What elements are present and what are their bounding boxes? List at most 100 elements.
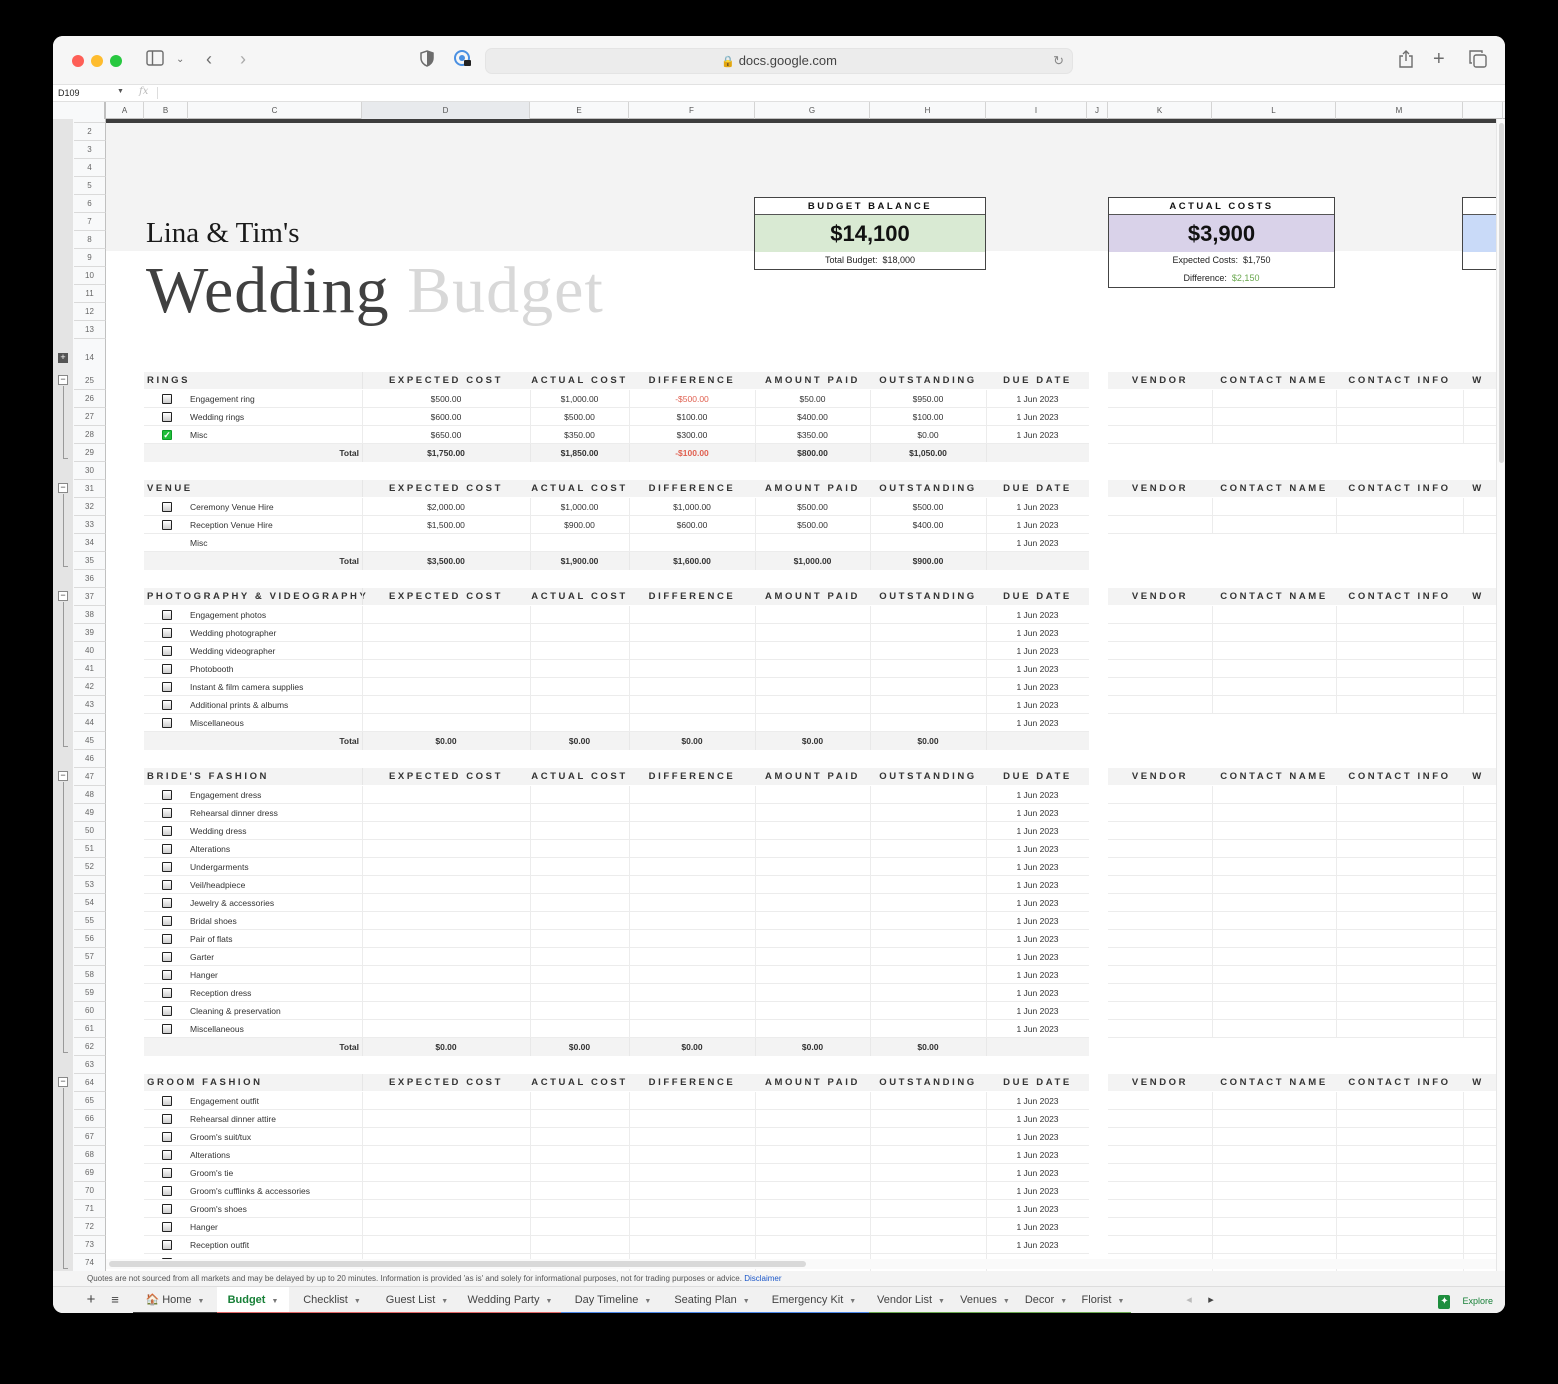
- tab-menu-caret-icon[interactable]: ▼: [644, 1298, 651, 1305]
- row-header-31[interactable]: 31: [74, 480, 106, 498]
- name-box-dropdown-icon[interactable]: ▼: [117, 88, 124, 95]
- row-header-34[interactable]: 34: [74, 534, 106, 552]
- vertical-scroll-thumb[interactable]: [1499, 123, 1504, 463]
- row-header-55[interactable]: 55: [74, 912, 106, 930]
- row-header-5[interactable]: 5: [74, 177, 106, 195]
- row-header-71[interactable]: 71: [74, 1200, 106, 1218]
- row-header-11[interactable]: 11: [74, 285, 106, 303]
- tab-menu-caret-icon[interactable]: ▼: [1060, 1298, 1067, 1305]
- row-header-29[interactable]: 29: [74, 444, 106, 462]
- checkbox[interactable]: [162, 1222, 172, 1232]
- cell-due-date[interactable]: 1 Jun 2023: [986, 426, 1089, 444]
- row-header-45[interactable]: 45: [74, 732, 106, 750]
- column-header-c[interactable]: C: [188, 102, 362, 119]
- disclaimer-link[interactable]: Disclaimer: [744, 1274, 781, 1283]
- vendor-row[interactable]: [1108, 966, 1496, 984]
- cell-expected[interactable]: $2,000.00: [362, 498, 530, 516]
- row-header-74[interactable]: 74: [74, 1254, 106, 1272]
- checkbox[interactable]: [162, 970, 172, 980]
- reload-icon[interactable]: ↻: [1053, 49, 1064, 73]
- vendor-row[interactable]: [1108, 1146, 1496, 1164]
- collapse-group-button[interactable]: −: [58, 771, 68, 781]
- checkbox[interactable]: [162, 790, 172, 800]
- row-header-4[interactable]: 4: [74, 159, 106, 177]
- row-header-64[interactable]: 64: [74, 1074, 106, 1092]
- row-header-44[interactable]: 44: [74, 714, 106, 732]
- row-header-32[interactable]: 32: [74, 498, 106, 516]
- tab-menu-caret-icon[interactable]: ▼: [546, 1298, 553, 1305]
- vendor-row[interactable]: [1108, 606, 1496, 624]
- explore-button[interactable]: ✦ Explore: [1438, 1291, 1493, 1311]
- collapse-group-button[interactable]: −: [58, 375, 68, 385]
- row-header-46[interactable]: 46: [74, 750, 106, 768]
- row-header-26[interactable]: 26: [74, 390, 106, 408]
- vendor-row[interactable]: [1108, 1128, 1496, 1146]
- cell-due-date[interactable]: 1 Jun 2023: [986, 1128, 1089, 1146]
- row-header-7[interactable]: 7: [74, 213, 106, 231]
- cell-difference[interactable]: $100.00: [629, 408, 755, 426]
- row-header-53[interactable]: 53: [74, 876, 106, 894]
- collapse-group-button[interactable]: −: [58, 1077, 68, 1087]
- row-header-37[interactable]: 37: [74, 588, 106, 606]
- column-header-m[interactable]: M: [1336, 102, 1463, 119]
- cell-due-date[interactable]: 1 Jun 2023: [986, 894, 1089, 912]
- shield-icon[interactable]: [420, 50, 434, 71]
- checkbox[interactable]: [162, 880, 172, 890]
- vendor-row[interactable]: [1108, 1236, 1496, 1254]
- row-header-9[interactable]: 9: [74, 249, 106, 267]
- row-header-67[interactable]: 67: [74, 1128, 106, 1146]
- vendor-row[interactable]: [1108, 696, 1496, 714]
- row-header-39[interactable]: 39: [74, 624, 106, 642]
- cell-due-date[interactable]: 1 Jun 2023: [986, 1110, 1089, 1128]
- checkbox[interactable]: [162, 808, 172, 818]
- cell-due-date[interactable]: 1 Jun 2023: [986, 390, 1089, 408]
- vendor-row[interactable]: [1108, 930, 1496, 948]
- cell-due-date[interactable]: 1 Jun 2023: [986, 966, 1089, 984]
- select-all-corner[interactable]: [53, 102, 106, 119]
- vendor-row[interactable]: [1108, 912, 1496, 930]
- cell-difference[interactable]: $1,000.00: [629, 498, 755, 516]
- sheet-tab-venues[interactable]: Venues ▼: [953, 1287, 1017, 1313]
- row-header-66[interactable]: 66: [74, 1110, 106, 1128]
- cell-due-date[interactable]: 1 Jun 2023: [986, 606, 1089, 624]
- column-header-next[interactable]: [1463, 102, 1503, 119]
- cell-outstanding[interactable]: $500.00: [870, 498, 986, 516]
- cell-due-date[interactable]: 1 Jun 2023: [986, 984, 1089, 1002]
- row-header-2[interactable]: 2: [74, 123, 106, 141]
- cell-outstanding[interactable]: $0.00: [870, 426, 986, 444]
- cell-expected[interactable]: $1,500.00: [362, 516, 530, 534]
- row-header-61[interactable]: 61: [74, 1020, 106, 1038]
- tab-menu-caret-icon[interactable]: ▼: [1118, 1298, 1125, 1305]
- row-header-13[interactable]: 13: [74, 321, 106, 339]
- row-header-43[interactable]: 43: [74, 696, 106, 714]
- close-window-button[interactable]: [72, 55, 84, 67]
- new-tab-icon[interactable]: +: [1433, 49, 1445, 69]
- column-header-i[interactable]: I: [986, 102, 1087, 119]
- cell-due-date[interactable]: 1 Jun 2023: [986, 822, 1089, 840]
- tab-menu-caret-icon[interactable]: ▼: [938, 1298, 945, 1305]
- sheet-tab-day-timeline[interactable]: Day Timeline ▼: [561, 1287, 665, 1313]
- tab-menu-caret-icon[interactable]: ▼: [354, 1298, 361, 1305]
- cell-due-date[interactable]: 1 Jun 2023: [986, 1002, 1089, 1020]
- row-header-62[interactable]: 62: [74, 1038, 106, 1056]
- cell-due-date[interactable]: 1 Jun 2023: [986, 642, 1089, 660]
- checkbox[interactable]: [162, 1096, 172, 1106]
- vendor-row[interactable]: [1108, 1110, 1496, 1128]
- vendor-row[interactable]: [1108, 624, 1496, 642]
- row-header-35[interactable]: 35: [74, 552, 106, 570]
- cell-actual[interactable]: $500.00: [530, 408, 629, 426]
- cell-due-date[interactable]: 1 Jun 2023: [986, 678, 1089, 696]
- horizontal-scroll-thumb[interactable]: [109, 1261, 806, 1267]
- row-header-3[interactable]: 3: [74, 141, 106, 159]
- cell-due-date[interactable]: 1 Jun 2023: [986, 876, 1089, 894]
- forward-icon[interactable]: ›: [240, 49, 246, 69]
- row-header-25[interactable]: 25: [74, 372, 106, 390]
- all-sheets-button[interactable]: ≡: [105, 1287, 125, 1313]
- column-header-g[interactable]: G: [755, 102, 870, 119]
- column-header-f[interactable]: F: [629, 102, 755, 119]
- row-header-50[interactable]: 50: [74, 822, 106, 840]
- cell-due-date[interactable]: 1 Jun 2023: [986, 804, 1089, 822]
- cell-due-date[interactable]: 1 Jun 2023: [986, 1020, 1089, 1038]
- row-header-73[interactable]: 73: [74, 1236, 106, 1254]
- vendor-row[interactable]: [1108, 498, 1496, 516]
